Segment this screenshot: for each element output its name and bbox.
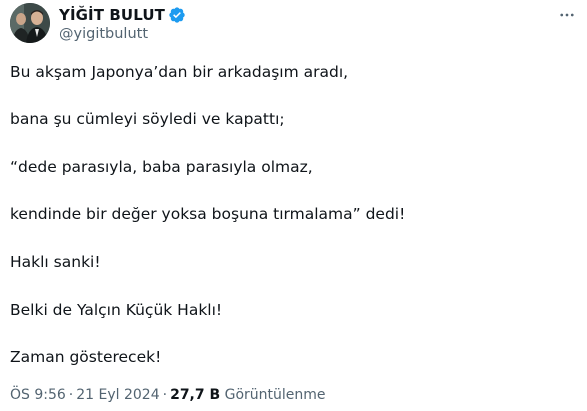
author-handle[interactable]: @yigitbulutt	[59, 26, 148, 42]
views-count: 27,7 B	[170, 387, 221, 403]
tweet-paragraph: “dede parasıyla, baba parasıyla olmaz,	[10, 158, 313, 176]
tweet-meta: ÖS 9:56 · 21 Eyl 2024 · 27,7 B Görüntülenme	[10, 387, 326, 403]
tweet-paragraph: Belki de Yalçın Küçük Haklı!	[10, 301, 223, 319]
tweet-paragraph: Haklı sanki!	[10, 253, 101, 271]
author-display-name[interactable]: YİĞİT BULUT	[59, 6, 165, 24]
verified-badge-icon	[168, 6, 186, 24]
tweet-paragraph: Bu akşam Japonya’dan bir arkadaşım aradı…	[10, 63, 349, 81]
author-name-row: YİĞİT BULUT	[59, 6, 186, 24]
tweet-paragraph: kendinde bir değer yoksa boşuna tırmalam…	[10, 205, 406, 223]
tweet-paragraph: bana şu cümleyi söyledi ve kapattı;	[10, 110, 285, 128]
more-horizontal-icon[interactable]	[557, 5, 577, 25]
tweet-date[interactable]: 21 Eyl 2024	[76, 387, 159, 403]
tweet-paragraph: Zaman gösterecek!	[10, 348, 162, 366]
meta-separator: ·	[162, 387, 168, 403]
meta-separator: ·	[68, 387, 74, 403]
tweet-header: YİĞİT BULUT @yigitbulutt	[10, 3, 577, 45]
avatar[interactable]	[10, 3, 50, 43]
tweet-time[interactable]: ÖS 9:56	[10, 387, 66, 403]
views-label: Görüntülenme	[224, 387, 326, 403]
